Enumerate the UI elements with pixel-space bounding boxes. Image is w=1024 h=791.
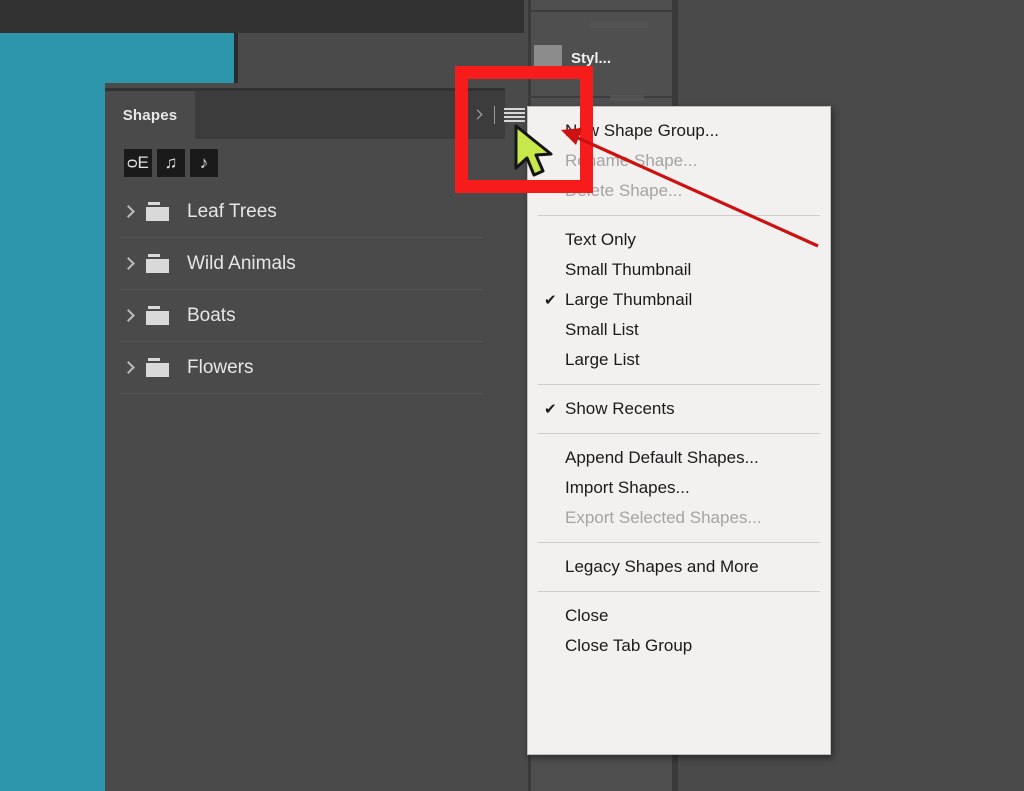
checkmark-icon: ✔ (544, 400, 557, 418)
menu-item-label: Rename Shape... (565, 151, 698, 170)
menu-item-label: Small Thumbnail (565, 260, 692, 279)
folder-icon (145, 306, 171, 326)
document-canvas-top (0, 33, 234, 83)
list-item[interactable]: Wild Animals (105, 238, 505, 290)
screenshot-root: Styl... Shapes ᴑE ♫ ♪ Leaf Trees Wild An… (0, 0, 1024, 791)
shapes-panel: Shapes ᴑE ♫ ♪ Leaf Trees Wild Animals Bo… (105, 88, 525, 791)
checkmark-icon: ✔ (544, 291, 557, 309)
folder-label: Flowers (187, 357, 254, 378)
menu-item-label: Import Shapes... (565, 478, 690, 497)
chevron-right-icon[interactable] (120, 306, 140, 326)
folder-icon (145, 254, 171, 274)
menu-item[interactable]: Large List (528, 345, 830, 375)
menu-item-label: New Shape Group... (565, 121, 720, 140)
menu-separator (538, 542, 820, 543)
tab-shapes[interactable]: Shapes (105, 91, 195, 139)
folder-label: Boats (187, 305, 236, 326)
recent-shape-eighth-note-icon[interactable]: ♪ (190, 148, 218, 177)
menu-item-label: Close Tab Group (565, 636, 693, 655)
menu-separator (538, 591, 820, 592)
mouse-cursor (514, 124, 553, 177)
document-canvas-shadow (234, 33, 238, 83)
folder-icon (145, 358, 171, 378)
chevron-right-icon[interactable] (120, 202, 140, 222)
menu-item-label: Small List (565, 320, 639, 339)
menu-item-label: Append Default Shapes... (565, 448, 759, 467)
menu-item-label: Export Selected Shapes... (565, 508, 762, 527)
folder-label: Wild Animals (187, 253, 296, 274)
shapes-recents-strip: ᴑE ♫ ♪ (105, 139, 505, 186)
menu-item-label: Close (565, 606, 609, 625)
menu-item-label: Large List (565, 350, 640, 369)
menu-item: Export Selected Shapes... (528, 503, 830, 533)
menu-item[interactable]: Legacy Shapes and More (528, 552, 830, 582)
menu-item[interactable]: Small List (528, 315, 830, 345)
dock-divider (528, 10, 675, 12)
dock-placeholder-text (610, 95, 644, 101)
menu-item[interactable]: Import Shapes... (528, 473, 830, 503)
shapes-panel-tabbar: Shapes (105, 91, 525, 139)
menu-item-label: Large Thumbnail (565, 290, 693, 309)
menu-separator (538, 433, 820, 434)
recent-shape-clef-icon[interactable]: ᴑE (124, 148, 152, 177)
menu-item[interactable]: Small Thumbnail (528, 255, 830, 285)
menu-item-label: Show Recents (565, 399, 675, 418)
list-item[interactable]: Boats (105, 290, 505, 342)
chevron-right-icon[interactable] (120, 358, 140, 378)
list-item[interactable]: Flowers (105, 342, 505, 394)
app-top-strip (0, 0, 524, 33)
list-item[interactable]: Leaf Trees (105, 186, 505, 238)
menu-separator (538, 384, 820, 385)
menu-item-label: Delete Shape... (565, 181, 683, 200)
folder-icon (145, 202, 171, 222)
shapes-panel-context-menu[interactable]: New Shape Group... Rename Shape... Delete … (527, 106, 831, 755)
dock-item-label: Styl... (571, 49, 612, 67)
tab-shapes-label: Shapes (122, 106, 178, 124)
recent-shape-beamed-notes-icon[interactable]: ♫ (157, 148, 185, 177)
menu-item[interactable]: ✔ Show Recents (528, 394, 830, 424)
menu-item-label: Text Only (565, 230, 636, 249)
menu-separator (538, 215, 820, 216)
menu-item-label: Legacy Shapes and More (565, 557, 759, 576)
menu-item[interactable]: Close Tab Group (528, 631, 830, 661)
menu-item[interactable]: Append Default Shapes... (528, 443, 830, 473)
menu-item[interactable]: Close (528, 601, 830, 631)
menu-item[interactable]: Text Only (528, 225, 830, 255)
chevron-right-icon[interactable] (120, 254, 140, 274)
document-canvas-left (0, 83, 105, 791)
dock-placeholder-text (590, 22, 648, 28)
folder-label: Leaf Trees (187, 201, 277, 222)
menu-item[interactable]: ✔ Large Thumbnail (528, 285, 830, 315)
shapes-folder-list: Leaf Trees Wild Animals Boats Flowers (105, 186, 505, 394)
